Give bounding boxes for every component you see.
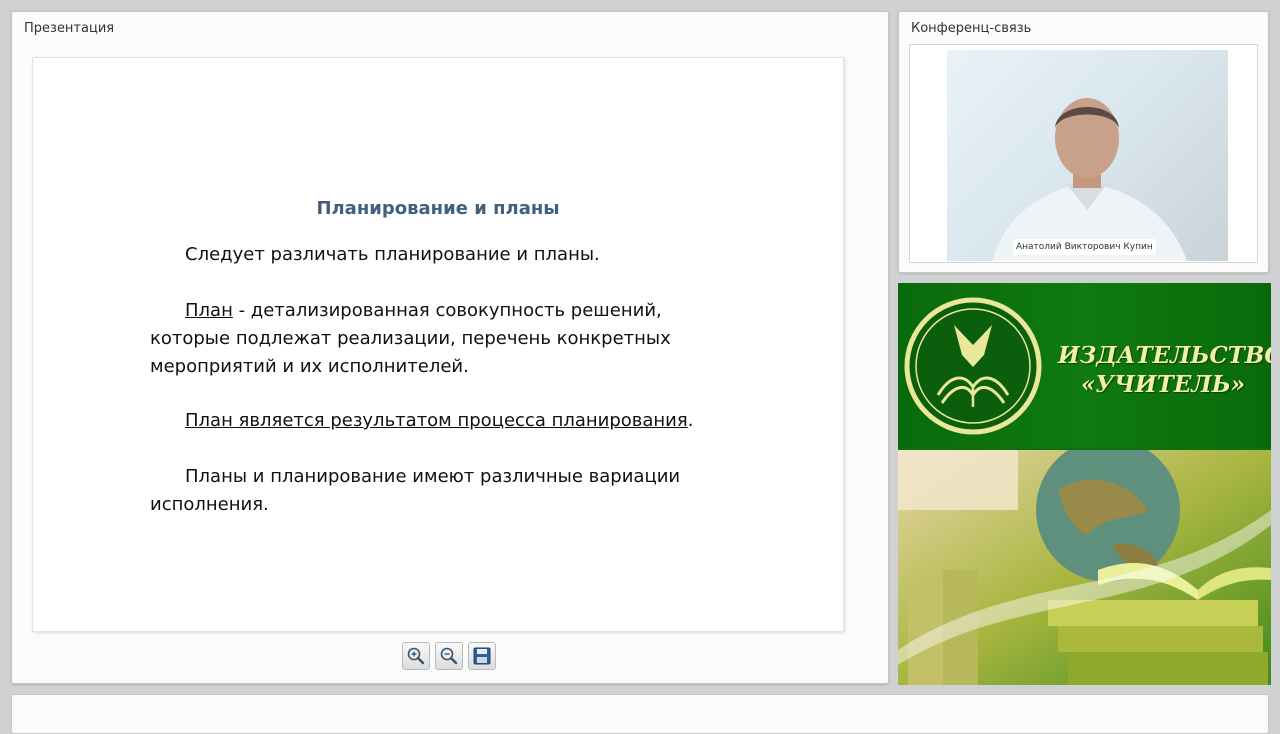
- bottom-panel: [11, 694, 1269, 734]
- slide-paragraph-3: План является результатом процесса плани…: [185, 410, 694, 431]
- presentation-panel: Презентация Планирование и планы Следует…: [11, 11, 889, 684]
- publisher-banner: ИЗДАТЕЛЬСТВО «УЧИТЕЛЬ»: [898, 283, 1271, 685]
- banner-books-photo: [898, 450, 1271, 685]
- speaker-name-label: Анатолий Викторович Купин: [1013, 239, 1156, 255]
- banner-logo-area: ИЗДАТЕЛЬСТВО «УЧИТЕЛЬ»: [898, 283, 1271, 448]
- zoom-in-button[interactable]: [402, 642, 430, 670]
- zoom-in-icon: [407, 647, 425, 665]
- slide-paragraph-2: План - детализированная совокупность реш…: [150, 300, 671, 377]
- publisher-logo-icon: [904, 297, 1042, 435]
- books-globe-image: [898, 450, 1271, 685]
- presentation-panel-title: Презентация: [24, 21, 115, 36]
- slide-paragraph-4: Планы и планирование имеют различные вар…: [150, 466, 681, 515]
- zoom-out-icon: [440, 647, 458, 665]
- video-frame: Анатолий Викторович Купин: [909, 44, 1258, 263]
- speaker-silhouette-icon: [992, 98, 1187, 261]
- speaker-video[interactable]: Анатолий Викторович Купин: [947, 50, 1228, 261]
- publisher-name: ИЗДАТЕЛЬСТВО «УЧИТЕЛЬ»: [1058, 342, 1271, 398]
- slide-title: Планирование и планы: [316, 198, 560, 219]
- save-button[interactable]: [468, 642, 496, 670]
- slide: Планирование и планы Следует различать п…: [32, 57, 844, 632]
- floppy-disk-icon: [473, 647, 491, 665]
- slide-paragraph-1: Следует различать планирование и планы.: [185, 244, 600, 265]
- term-plan: План: [185, 300, 233, 321]
- conference-panel-title: Конференц-связь: [911, 21, 1032, 36]
- zoom-out-button[interactable]: [435, 642, 463, 670]
- conference-panel: Конференц-связь Анатолий Викторович Купи…: [898, 11, 1269, 273]
